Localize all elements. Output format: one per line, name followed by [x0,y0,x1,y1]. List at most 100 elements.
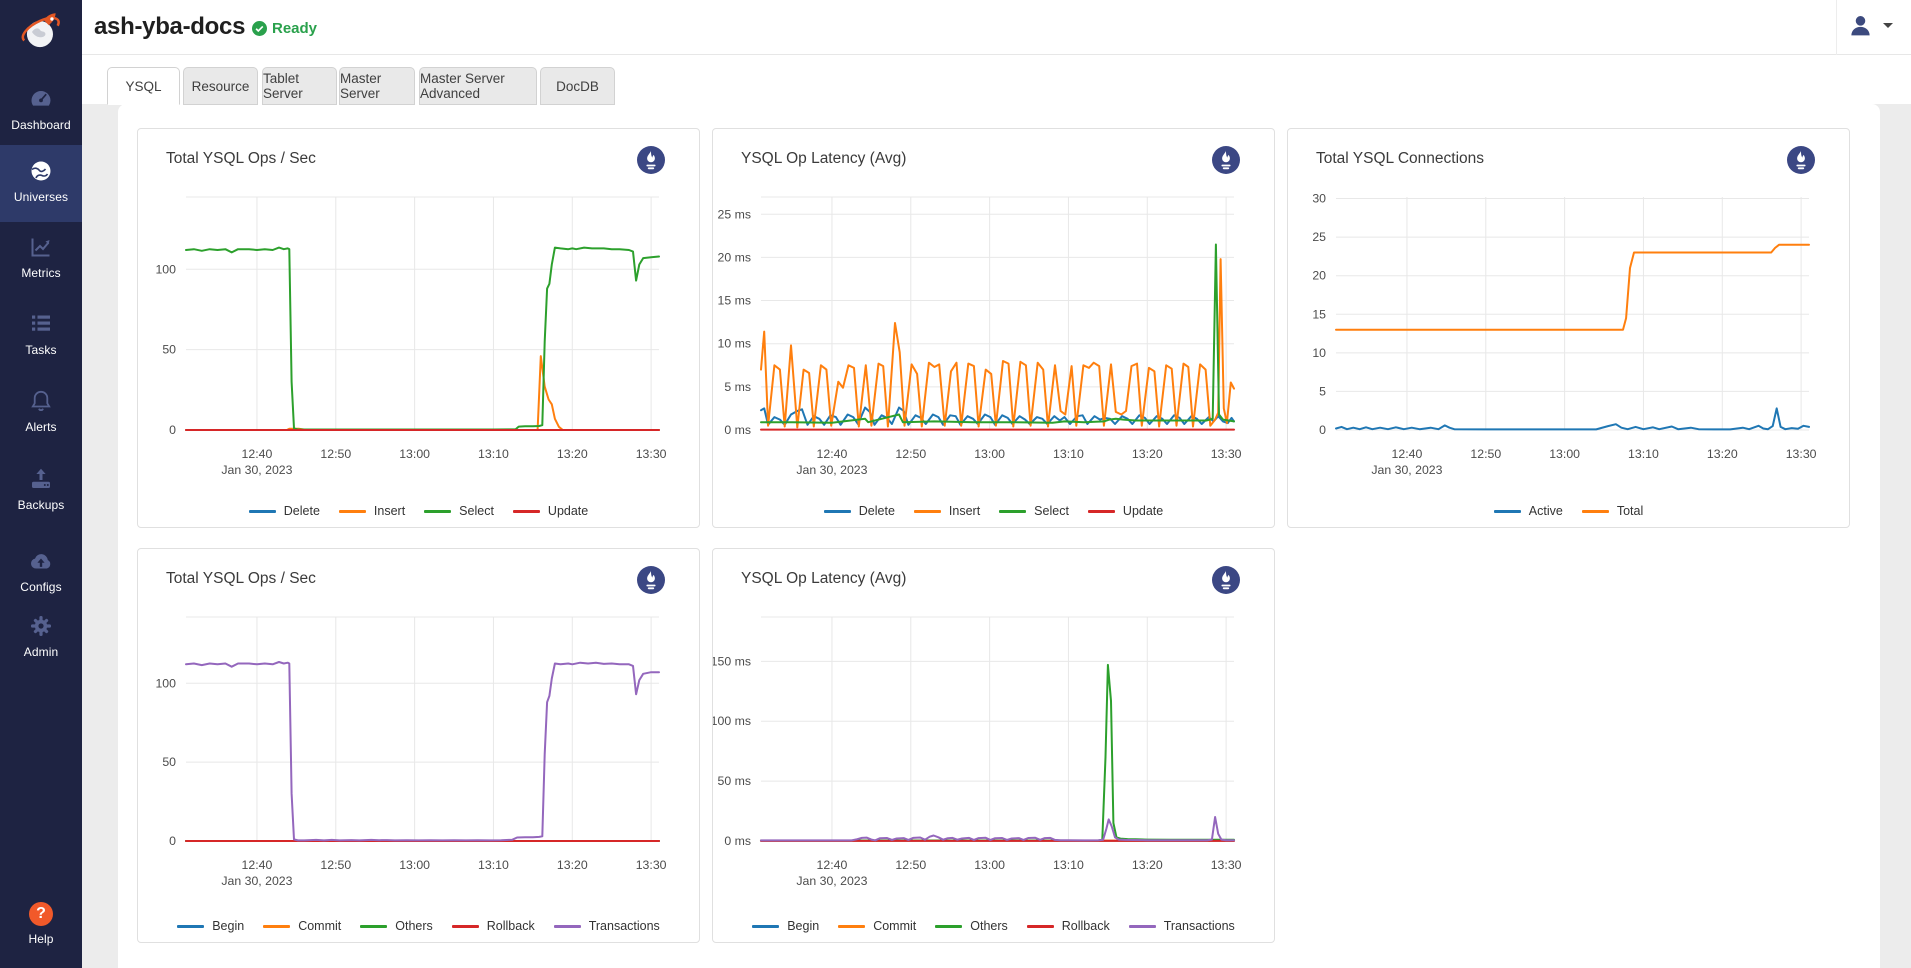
upload-drive-icon [28,466,54,492]
legend-item-others[interactable]: Others [360,919,433,933]
legend-label: Others [970,919,1008,933]
x-tick-label: 13:00 [974,447,1005,461]
legend-swatch [263,925,290,928]
y-tick-label: 50 [162,755,176,769]
tab-ysql[interactable]: YSQL [107,67,180,105]
legend-swatch [1088,510,1115,513]
chart-icon [28,234,54,260]
legend-item-commit[interactable]: Commit [838,919,916,933]
y-tick-label: 5 [1319,384,1326,398]
tab-docdb[interactable]: DocDB [540,67,615,105]
legend-item-rollback[interactable]: Rollback [1027,919,1110,933]
legend-item-total[interactable]: Total [1582,504,1643,518]
y-tick-label: 0 [1319,423,1326,437]
x-tick-label: 13:20 [557,447,588,461]
legend-label: Commit [298,919,341,933]
chart-panel: Total YSQL Ops / Sec05010012:40Jan 30, 2… [137,548,700,943]
chart-plot: 0 ms50 ms100 ms150 ms12:40Jan 30, 202312… [713,549,1276,944]
legend-item-delete[interactable]: Delete [824,504,895,518]
x-tick-label: 13:30 [636,858,667,872]
y-tick-label: 150 ms [713,654,751,668]
legend-item-transactions[interactable]: Transactions [1129,919,1235,933]
legend-swatch [1027,925,1054,928]
legend-item-select[interactable]: Select [424,504,494,518]
y-tick-label: 5 ms [724,380,751,394]
x-tick-label: 12:50 [895,858,926,872]
legend-item-delete[interactable]: Delete [249,504,320,518]
legend-item-transactions[interactable]: Transactions [554,919,660,933]
y-tick-label: 15 [1312,307,1326,321]
y-tick-label: 50 ms [718,774,752,788]
sidebar-item-metrics[interactable]: Metrics [0,234,82,280]
yugabyte-logo[interactable] [0,0,82,64]
charts-card: Total YSQL Ops / Sec05010012:40Jan 30, 2… [118,104,1880,968]
legend-item-others[interactable]: Others [935,919,1008,933]
legend-item-begin[interactable]: Begin [752,919,819,933]
legend-item-insert[interactable]: Insert [339,504,405,518]
x-tick-label: 12:40 [1392,447,1423,461]
legend-item-insert[interactable]: Insert [914,504,980,518]
tab-master-server[interactable]: Master Server [339,67,415,105]
legend-label: Select [459,504,494,518]
legend-item-active[interactable]: Active [1494,504,1563,518]
legend-swatch [513,510,540,513]
check-circle-icon [252,21,267,36]
tab-tablet-server[interactable]: Tablet Server [262,67,337,105]
y-tick-label: 100 [155,676,176,690]
legend-label: Update [548,504,588,518]
sidebar-item-label: Help [28,932,53,946]
y-tick-label: 10 [1312,346,1326,360]
universe-name-title: ash-yba-docs [94,13,245,41]
legend-swatch [339,510,366,513]
legend-item-update[interactable]: Update [513,504,588,518]
header-bar: ash-yba-docs Ready [82,0,1911,55]
legend-label: Commit [873,919,916,933]
list-icon [28,311,54,337]
legend-swatch [1582,510,1609,513]
x-tick-label: 13:30 [1211,858,1242,872]
legend-label: Begin [212,919,244,933]
x-tick-label: 13:00 [974,858,1005,872]
x-tick-label: 13:10 [478,858,509,872]
cloud-upload-icon [28,548,54,574]
sidebar-item-universes[interactable]: Universes [0,145,82,222]
chart-plot: 05010012:40Jan 30, 202312:5013:0013:1013… [138,129,701,529]
sidebar-item-admin[interactable]: Admin [0,613,82,659]
legend-item-select[interactable]: Select [999,504,1069,518]
x-tick-label: 12:50 [320,858,351,872]
x-tick-label: 12:40 [817,447,848,461]
y-tick-label: 30 [1312,192,1326,206]
legend-item-begin[interactable]: Begin [177,919,244,933]
sidebar-item-help[interactable]: ? Help [0,902,82,946]
y-tick-label: 10 ms [718,337,752,351]
sidebar-item-configs[interactable]: Configs [0,548,82,594]
legend-item-commit[interactable]: Commit [263,919,341,933]
y-tick-label: 25 ms [718,207,752,221]
tab-master-server-advanced[interactable]: Master Server Advanced [419,67,537,105]
legend-swatch [752,925,779,928]
legend-swatch [1129,925,1156,928]
sidebar-item-alerts[interactable]: Alerts [0,388,82,434]
legend-label: Others [395,919,433,933]
x-tick-label: 13:10 [1053,447,1084,461]
sidebar-item-backups[interactable]: Backups [0,466,82,512]
y-tick-label: 0 ms [724,834,751,848]
y-tick-label: 100 ms [713,714,751,728]
gauge-icon [28,86,54,112]
x-tick-label: 12:40 [242,447,273,461]
user-menu[interactable] [1847,12,1893,39]
sidebar-item-dashboard[interactable]: Dashboard [0,86,82,132]
x-date-label: Jan 30, 2023 [1371,463,1442,477]
sidebar-item-label: Configs [20,580,61,594]
legend-label: Rollback [1062,919,1110,933]
legend-item-update[interactable]: Update [1088,504,1163,518]
status-badge: Ready [252,20,317,37]
x-date-label: Jan 30, 2023 [221,463,292,477]
x-tick-label: 13:30 [1211,447,1242,461]
chart-legend: Active Total [1288,504,1849,518]
sidebar-item-tasks[interactable]: Tasks [0,311,82,357]
legend-label: Insert [374,504,405,518]
tab-resource[interactable]: Resource [183,67,258,105]
bell-icon [28,388,54,414]
legend-item-rollback[interactable]: Rollback [452,919,535,933]
